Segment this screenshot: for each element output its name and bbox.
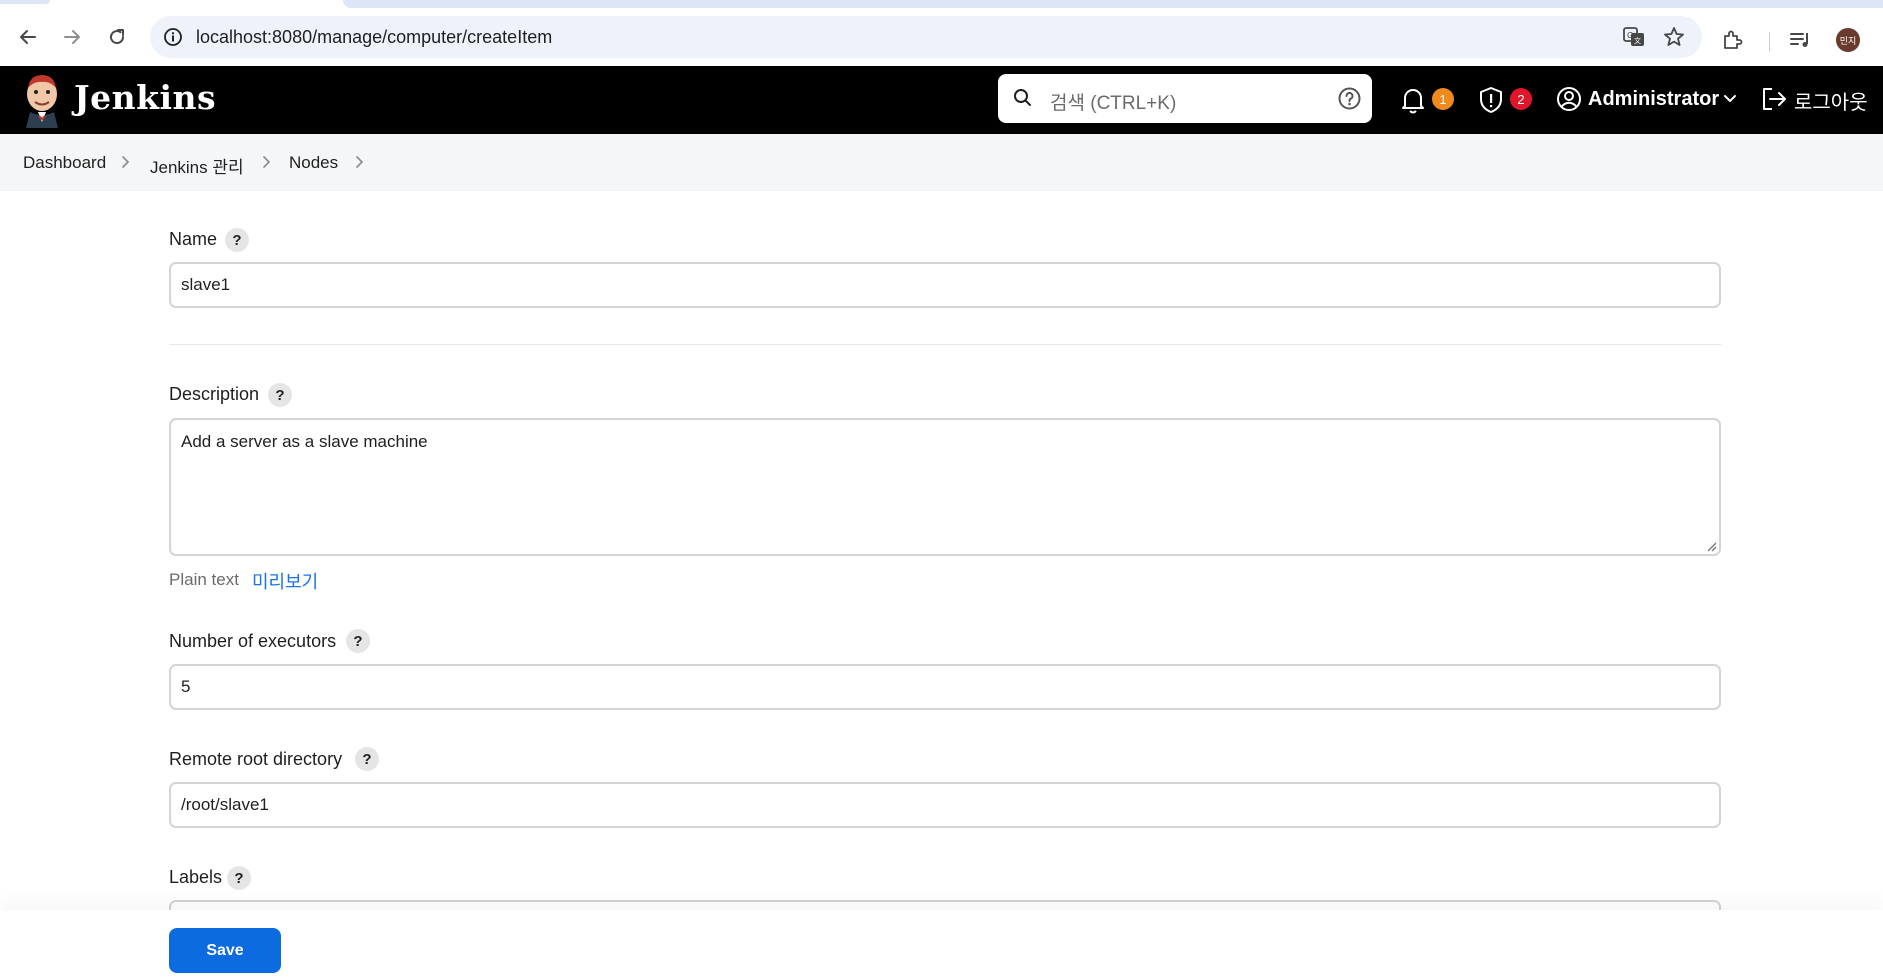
reload-button[interactable] (102, 22, 132, 52)
remote-root-label: Remote root directory (169, 749, 343, 769)
tab-strip-right (343, 0, 1883, 8)
executors-input[interactable]: 5 (169, 664, 1721, 710)
bottom-action-bar: Save (0, 910, 1883, 977)
remote-root-help-icon[interactable]: ? (355, 747, 379, 771)
section-divider (169, 344, 1721, 345)
labels-help-icon[interactable]: ? (227, 866, 251, 890)
arrow-left-icon (20, 30, 36, 44)
search-help-icon[interactable] (1337, 86, 1362, 116)
browser-toolbar: localhost:8080/manage/computer/createIte… (0, 8, 1883, 66)
tab-strip-left (0, 0, 50, 4)
breadcrumb-nodes[interactable]: Nodes (289, 153, 338, 173)
search-input[interactable]: 검색 (CTRL+K) (1050, 88, 1176, 115)
breadcrumb-dashboard[interactable]: Dashboard (23, 153, 106, 173)
profile-avatar[interactable]: 민지 (1836, 28, 1860, 52)
jenkins-header: Jenkins 검색 (CTRL+K) 1 2 Administrator 로그… (0, 66, 1883, 134)
toolbar-separator (1769, 32, 1770, 52)
description-textarea[interactable]: Add a server as a slave machine (169, 418, 1721, 556)
user-avatar-icon[interactable] (1556, 86, 1582, 117)
svg-text:G: G (1627, 31, 1633, 40)
remote-root-input[interactable]: /root/slave1 (169, 782, 1721, 828)
arrow-right-icon (64, 30, 80, 44)
resize-handle-icon[interactable] (1705, 540, 1717, 552)
bookmark-star-icon[interactable] (1662, 25, 1686, 54)
svg-text:文: 文 (1634, 36, 1641, 45)
logout-icon[interactable] (1760, 86, 1788, 117)
page-root: localhost:8080/manage/computer/createIte… (0, 0, 1883, 977)
name-help-icon[interactable]: ? (225, 228, 249, 252)
plain-text-label: Plain text (169, 570, 239, 589)
save-button[interactable]: Save (169, 928, 281, 973)
labels-label: Labels (169, 867, 223, 887)
breadcrumb-chevron-icon[interactable] (261, 154, 273, 175)
breadcrumb-jenkins-manage[interactable]: Jenkins 관리 (150, 153, 244, 178)
description-help-icon[interactable]: ? (268, 383, 292, 407)
security-button[interactable]: 2 (1478, 86, 1532, 119)
back-button[interactable] (13, 22, 43, 52)
preview-link[interactable]: 미리보기 (252, 568, 318, 594)
search-box[interactable]: 검색 (CTRL+K) (998, 74, 1372, 123)
name-input[interactable]: slave1 (169, 262, 1721, 308)
media-queue-icon[interactable] (1788, 28, 1812, 57)
breadcrumb-chevron-icon[interactable] (354, 154, 366, 175)
security-badge: 2 (1510, 88, 1532, 110)
description-text: Add a server as a slave machine (181, 432, 428, 451)
forward-button[interactable] (57, 22, 87, 52)
shield-alert-icon (1480, 87, 1502, 113)
search-icon (1012, 87, 1034, 114)
translate-icon[interactable]: G文 (1622, 25, 1646, 54)
executors-help-icon[interactable]: ? (346, 629, 370, 653)
browser-tab-strip (0, 0, 1883, 8)
name-label: Name (169, 229, 218, 249)
notifications-badge: 1 (1432, 88, 1454, 110)
user-menu-button[interactable]: Administrator (1588, 88, 1719, 111)
url-text[interactable]: localhost:8080/manage/computer/createIte… (196, 27, 552, 48)
breadcrumb: Dashboard Jenkins 관리 Nodes (0, 134, 1883, 191)
breadcrumb-chevron-icon[interactable] (120, 154, 132, 175)
jenkins-brand-link[interactable]: Jenkins (74, 78, 216, 117)
reload-icon (110, 29, 125, 45)
extensions-puzzle-icon[interactable] (1720, 28, 1744, 57)
jenkins-logo-icon[interactable] (22, 72, 62, 128)
notifications-button[interactable]: 1 (1400, 86, 1454, 119)
logout-link[interactable]: 로그아웃 (1794, 86, 1868, 115)
address-bar[interactable]: localhost:8080/manage/computer/createIte… (150, 16, 1702, 58)
executors-label: Number of executors (169, 631, 337, 651)
bell-icon (1402, 89, 1424, 114)
chevron-down-icon[interactable] (1722, 92, 1738, 111)
description-label: Description (169, 384, 260, 404)
site-info-icon[interactable] (162, 26, 184, 48)
